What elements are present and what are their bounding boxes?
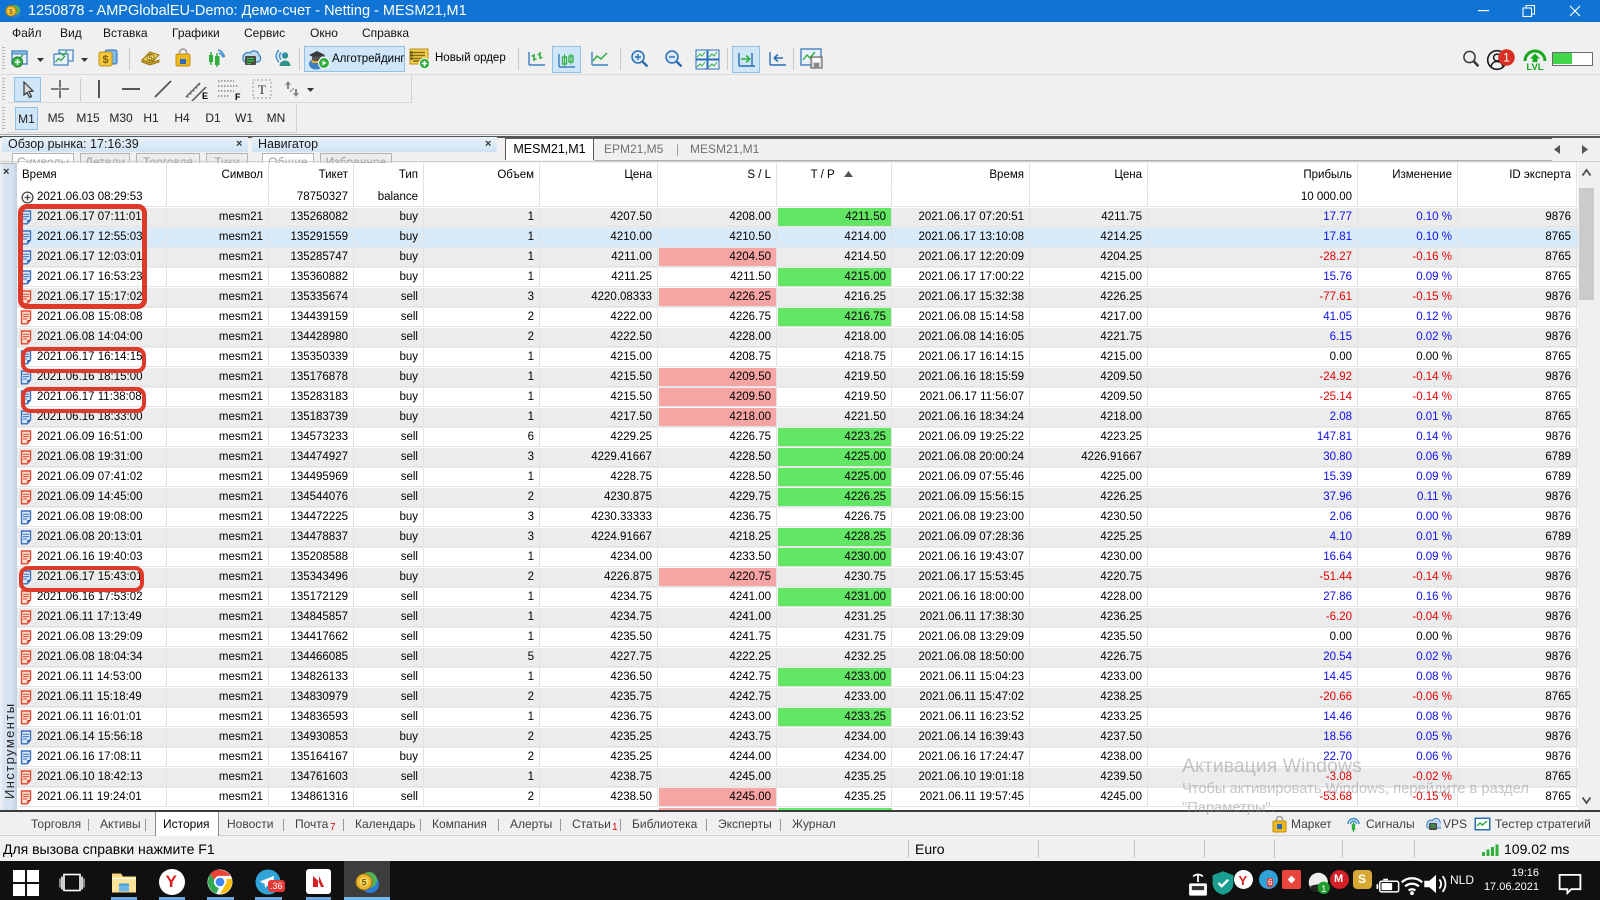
svg-text:LVL: LVL — [1526, 62, 1543, 72]
svg-text:5: 5 — [361, 878, 366, 888]
svg-text:1: 1 — [1503, 51, 1510, 65]
svg-text:1: 1 — [1321, 884, 1326, 895]
svg-text:T: T — [258, 82, 266, 97]
svg-text:E: E — [202, 91, 208, 101]
svg-text:5: 5 — [148, 54, 153, 63]
svg-text:$: $ — [102, 54, 108, 66]
svg-text:F: F — [235, 92, 241, 101]
svg-text:5: 5 — [9, 9, 13, 16]
